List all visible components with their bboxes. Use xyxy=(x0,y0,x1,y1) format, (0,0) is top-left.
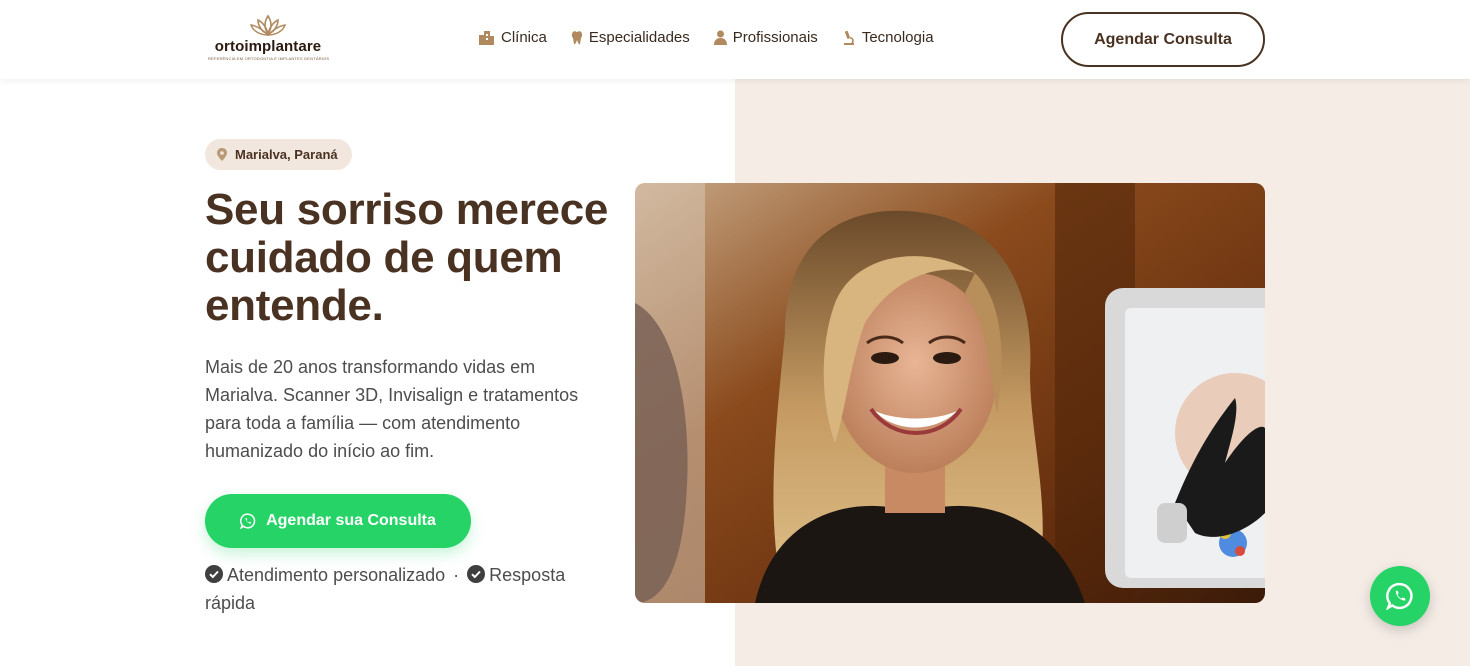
feature-separator: · xyxy=(453,565,460,585)
nav-item-label: Tecnologia xyxy=(861,29,934,46)
main-nav: Clínica Especialidades Profissionais Tec… xyxy=(478,29,934,46)
dentist-photo-illustration xyxy=(635,183,1265,603)
feature-item: Atendimento personalizado xyxy=(227,565,446,585)
brand-tagline: REFERÊNCIA EM ORTODONTIA E IMPLANTES DEN… xyxy=(208,56,330,61)
nav-item-clinica[interactable]: Clínica xyxy=(478,29,547,46)
feature-list: Atendimento personalizado · Resposta rápi… xyxy=(205,561,605,617)
site-header: ortoimplantare REFERÊNCIA EM ORTODONTIA … xyxy=(0,0,1470,79)
schedule-button-label: Agendar sua Consulta xyxy=(266,512,436,529)
building-icon xyxy=(479,31,494,45)
microscope-icon xyxy=(843,30,854,45)
nav-item-tecnologia[interactable]: Tecnologia xyxy=(842,29,934,46)
header-schedule-button[interactable]: Agendar Consulta xyxy=(1061,12,1265,67)
location-text: Marialva, Paraná xyxy=(235,147,338,162)
schedule-whatsapp-button[interactable]: Agendar sua Consulta xyxy=(205,494,471,548)
brand-name: ortoimplantare xyxy=(214,38,322,55)
hero-description: Mais de 20 anos transformando vidas em M… xyxy=(205,357,579,461)
check-circle-icon xyxy=(467,565,486,583)
location-badge: Marialva, Paraná xyxy=(205,139,352,170)
lotus-icon xyxy=(249,14,287,36)
whatsapp-icon xyxy=(1386,582,1413,610)
hero-photo xyxy=(635,183,1265,603)
nav-item-especialidades[interactable]: Especialidades xyxy=(571,29,690,46)
nav-item-label: Clínica xyxy=(501,29,547,46)
person-icon xyxy=(713,30,727,45)
nav-item-label: Profissionais xyxy=(732,29,818,46)
whatsapp-icon xyxy=(240,513,256,529)
map-pin-icon xyxy=(217,148,227,161)
hero-headline: Seu sorriso merece cuidado de quem enten… xyxy=(205,185,609,330)
tooth-icon xyxy=(571,31,583,45)
whatsapp-floating-button[interactable] xyxy=(1370,566,1430,626)
nav-item-label: Especialidades xyxy=(588,29,690,46)
brand-logo[interactable]: ortoimplantare REFERÊNCIA EM ORTODONTIA … xyxy=(208,14,330,66)
nav-item-profissionais[interactable]: Profissionais xyxy=(713,29,818,46)
check-circle-icon xyxy=(205,565,223,583)
